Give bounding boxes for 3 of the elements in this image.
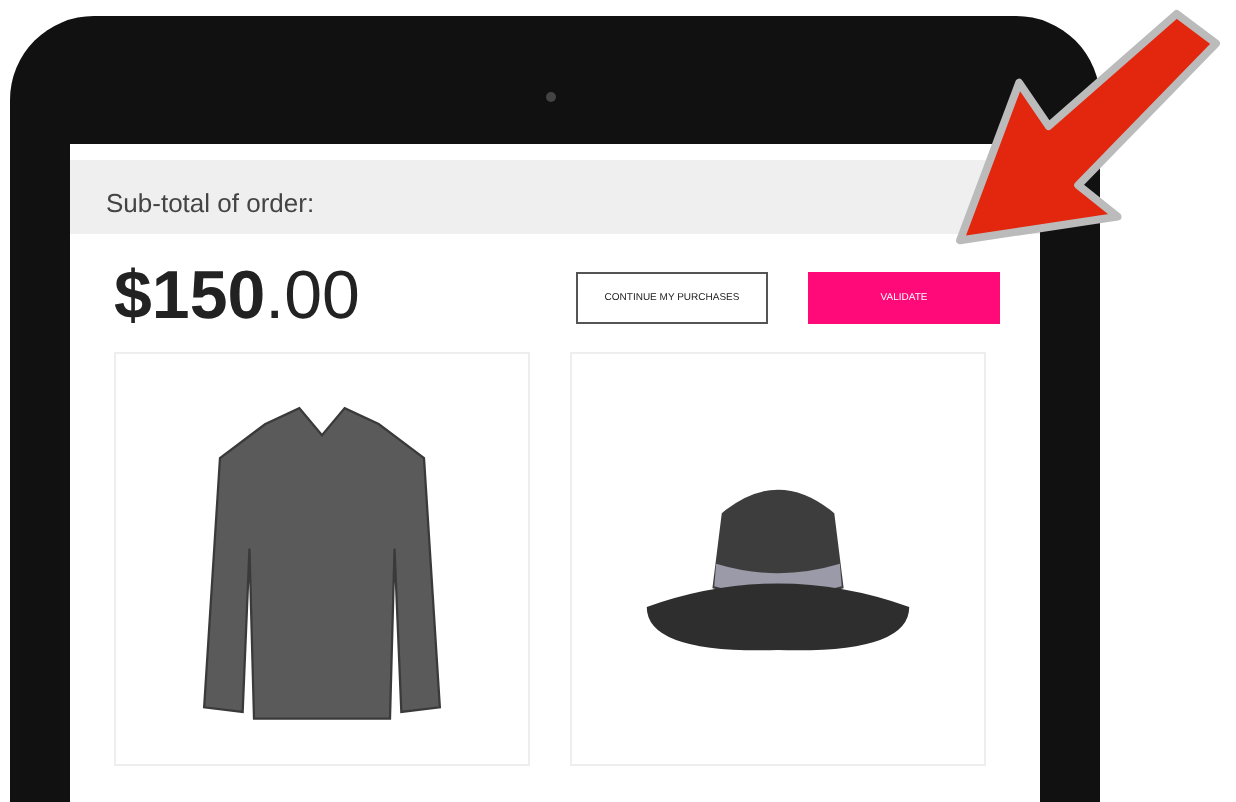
subtotal-label: Sub-total of order: (70, 160, 1040, 234)
order-price: $150.00 (114, 258, 360, 336)
camera-icon (546, 92, 556, 102)
